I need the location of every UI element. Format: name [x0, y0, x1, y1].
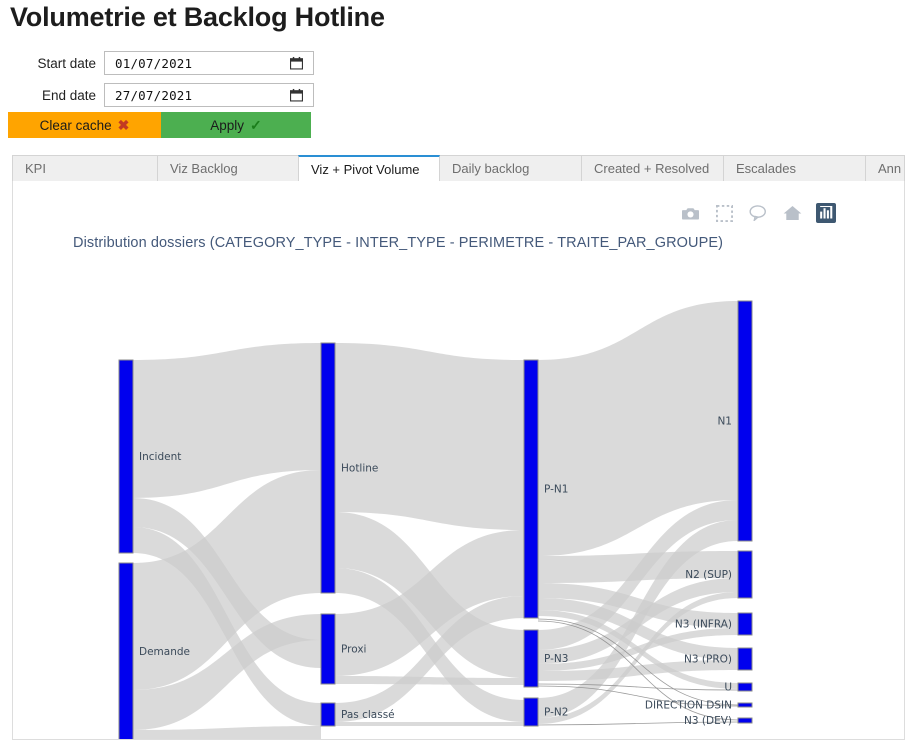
sankey-node-label: DIRECTION DSIN [645, 700, 732, 712]
tab-kpi[interactable]: KPI [12, 155, 158, 181]
tab-viz-pivot-volume[interactable]: Viz + Pivot Volume [298, 155, 440, 181]
sankey-node-label: Hotline [341, 463, 378, 475]
sankey-node[interactable] [118, 359, 134, 554]
sankey-node[interactable] [118, 562, 134, 740]
filter-actions: Clear cache ✖ Apply ✓ [8, 112, 311, 138]
sankey-node-label: N3 (PRO) [684, 654, 732, 666]
sankey-node[interactable] [523, 359, 539, 619]
end-date-label: End date [41, 87, 96, 103]
tab-label: Ann [878, 161, 902, 176]
sankey-node[interactable] [737, 717, 753, 724]
sankey-node[interactable] [737, 300, 753, 542]
sankey-node[interactable] [737, 647, 753, 671]
sankey-node[interactable] [737, 702, 753, 708]
sankey-node-label: U [724, 682, 732, 694]
tab-bar: KPI Viz Backlog Viz + Pivot Volume Daily ba… [12, 155, 905, 182]
sankey-node-label: N1 [717, 416, 732, 428]
sankey-node-label: N3 (INFRA) [675, 619, 732, 631]
sankey-node-label: P-N3 [544, 653, 568, 665]
tab-label: Viz + Pivot Volume [311, 161, 420, 177]
sankey-link[interactable] [335, 722, 524, 726]
sankey-node-label: Pas classé [341, 709, 395, 721]
tab-ann[interactable]: Ann [865, 155, 905, 181]
sankey-node[interactable] [737, 612, 753, 636]
sankey-link[interactable] [133, 726, 321, 740]
page-title: Volumetrie et Backlog Hotline [10, 2, 385, 32]
sankey-links [133, 301, 739, 740]
start-date-input[interactable]: 01/07/2021 [104, 51, 314, 75]
sankey-node-label: N3 (DEV) [684, 715, 732, 727]
tab-label: KPI [25, 161, 46, 176]
start-date-row: Start date 01/07/2021 [14, 50, 314, 76]
clear-cache-button[interactable]: Clear cache ✖ [8, 112, 161, 138]
sankey-node-label: N2 (SUP) [685, 569, 732, 581]
sankey-node[interactable] [320, 342, 336, 594]
sankey-node-label: Demande [139, 646, 190, 658]
sankey-node-label: Incident [139, 451, 181, 463]
app-root: Volumetrie et Backlog Hotline Start date… [0, 0, 905, 740]
check-mark-icon: ✓ [250, 117, 262, 133]
end-date-row: End date 27/07/2021 [14, 82, 314, 108]
sankey-node-label: Proxi [341, 644, 366, 656]
sankey-node[interactable] [320, 613, 336, 685]
cross-mark-icon: ✖ [117, 117, 130, 133]
tab-content-panel: Distribution dossiers (CATEGORY_TYPE - I… [12, 181, 905, 740]
tab-viz-backlog[interactable]: Viz Backlog [157, 155, 299, 181]
tab-label: Escalades [736, 161, 796, 176]
sankey-node[interactable] [320, 702, 336, 727]
sankey-node[interactable] [523, 697, 539, 727]
tab-label: Viz Backlog [170, 161, 238, 176]
calendar-icon[interactable] [289, 56, 304, 70]
tab-daily-backlog[interactable]: Daily backlog [439, 155, 582, 181]
sankey-link[interactable] [335, 676, 524, 685]
clear-cache-label: Clear cache [39, 117, 112, 133]
sankey-link[interactable] [335, 343, 524, 530]
start-date-label: Start date [37, 55, 96, 71]
apply-button[interactable]: Apply ✓ [161, 112, 311, 138]
calendar-icon[interactable] [289, 88, 304, 102]
sankey-node-label: P-N2 [544, 707, 568, 719]
sankey-node[interactable] [737, 550, 753, 599]
end-date-value: 27/07/2021 [115, 87, 193, 103]
start-date-value: 01/07/2021 [115, 55, 193, 71]
sankey-node[interactable] [523, 629, 539, 688]
tab-label: Daily backlog [452, 161, 530, 176]
apply-label: Apply [210, 117, 245, 133]
end-date-input[interactable]: 27/07/2021 [104, 83, 314, 107]
sankey-node-label: P-N1 [544, 484, 568, 496]
tab-escalades[interactable]: Escalades [723, 155, 866, 181]
sankey-node[interactable] [737, 682, 753, 692]
tab-created-resolved[interactable]: Created + Resolved [581, 155, 724, 181]
sankey-diagram[interactable]: Incident Demande Hotline Proxi Pas classé P-N… [13, 181, 905, 740]
tab-label: Created + Resolved [594, 161, 710, 176]
